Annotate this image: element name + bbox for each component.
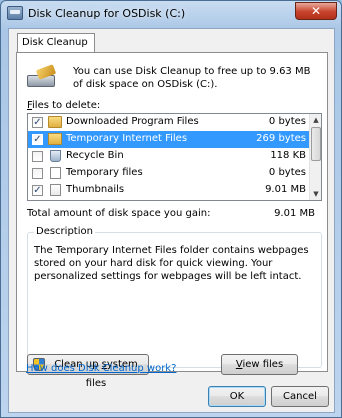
view-files-button[interactable]: View files <box>221 354 298 375</box>
file-category-size: 118 KB <box>270 150 306 161</box>
checkbox-checked[interactable]: ✓ <box>32 134 43 145</box>
list-scrollbar[interactable]: ▲ ▼ <box>309 114 321 200</box>
list-item[interactable]: ✓ Thumbnails 9.01 MB <box>28 182 310 199</box>
total-space-label: Total amount of disk space you gain: <box>27 208 211 219</box>
tab-panel: You can use Disk Cleanup to free up to 9… <box>16 52 328 389</box>
cancel-button[interactable]: Cancel <box>271 386 329 407</box>
checkbox-checked[interactable]: ✓ <box>32 117 43 128</box>
list-item[interactable]: ✓ Downloaded Program Files 0 bytes <box>28 114 310 131</box>
close-button[interactable]: ✕ <box>295 2 337 20</box>
recycle-bin-icon <box>50 150 61 162</box>
scroll-up-arrow-icon[interactable]: ▲ <box>310 114 321 126</box>
title-bar[interactable]: Disk Cleanup for OSDisk (C:) ✕ <box>1 1 341 27</box>
list-item[interactable]: ✓ Temporary Internet Files 269 bytes <box>28 131 310 148</box>
file-category-name: Recycle Bin <box>66 150 124 161</box>
dialog-client-area: Disk Cleanup You can use Disk Cleanup to… <box>8 28 335 413</box>
description-group: Description The Temporary Internet Files… <box>27 226 322 368</box>
list-item[interactable]: Recycle Bin 118 KB <box>28 148 310 165</box>
lock-folder-icon <box>48 133 62 145</box>
disk-cleanup-window: Disk Cleanup for OSDisk (C:) ✕ Disk Clea… <box>0 0 342 418</box>
description-title: Description <box>34 226 95 237</box>
file-category-size: 0 bytes <box>268 116 306 127</box>
file-category-size: 0 bytes <box>268 167 306 178</box>
file-icon <box>50 167 61 179</box>
checkbox-unchecked[interactable] <box>32 151 43 162</box>
scrollbar-thumb[interactable] <box>311 127 321 161</box>
files-to-delete-list[interactable]: ✓ Downloaded Program Files 0 bytes ✓ Tem… <box>27 113 322 201</box>
list-item[interactable]: Temporary files 0 bytes <box>28 165 310 182</box>
drive-cleanup-icon <box>27 64 57 91</box>
intro-text: You can use Disk Cleanup to free up to 9… <box>73 66 311 90</box>
total-space-value: 9.01 MB <box>274 208 315 219</box>
checkbox-checked[interactable]: ✓ <box>32 185 43 196</box>
files-to-delete-label: Files to delete: <box>27 100 101 111</box>
thumbnail-icon <box>50 184 61 196</box>
file-category-name: Temporary Internet Files <box>66 133 188 144</box>
file-category-name: Temporary files <box>66 167 143 178</box>
disk-cleanup-app-icon <box>7 6 23 20</box>
help-link[interactable]: How does Disk Cleanup work? <box>26 363 176 374</box>
tab-disk-cleanup[interactable]: Disk Cleanup <box>17 33 95 53</box>
ok-button[interactable]: OK <box>208 386 266 407</box>
checkbox-unchecked[interactable] <box>32 168 43 179</box>
scroll-down-arrow-icon[interactable]: ▼ <box>310 188 321 200</box>
file-category-name: Thumbnails <box>66 184 125 195</box>
description-text: The Temporary Internet Files folder cont… <box>34 245 309 282</box>
folder-icon <box>48 116 62 128</box>
file-category-size: 9.01 MB <box>265 184 306 195</box>
window-title: Disk Cleanup for OSDisk (C:) <box>28 7 186 20</box>
file-category-size: 269 bytes <box>256 133 306 144</box>
file-category-name: Downloaded Program Files <box>66 116 199 127</box>
